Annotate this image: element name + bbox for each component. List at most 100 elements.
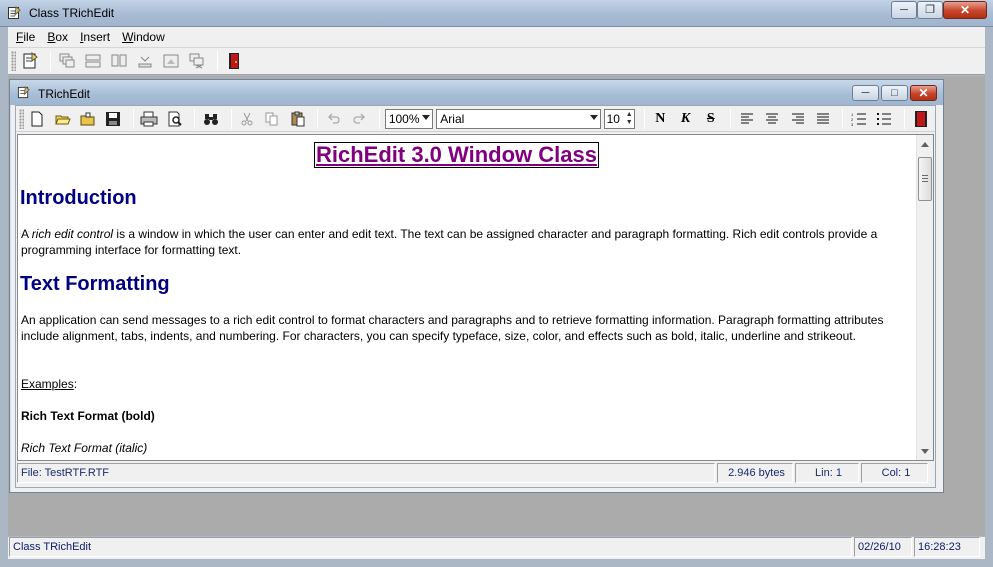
child-minimize-button[interactable]: ─ — [852, 85, 879, 101]
arrange-icons-icon — [163, 54, 179, 68]
align-right-button[interactable] — [787, 108, 808, 130]
toolbar-separator — [643, 108, 645, 129]
tile-horizontal-button[interactable] — [82, 50, 104, 72]
print-preview-icon — [168, 111, 182, 126]
new-document-icon — [23, 52, 38, 69]
exit-button[interactable] — [223, 50, 245, 72]
align-center-button[interactable] — [762, 108, 783, 130]
new-file-button[interactable] — [27, 108, 48, 130]
cascade-button[interactable] — [56, 50, 78, 72]
svg-text:3: 3 — [851, 122, 854, 126]
find-button[interactable] — [200, 108, 221, 130]
example-italic: Rich Text Format (italic) — [21, 441, 148, 455]
minimize-all-button[interactable] — [134, 50, 156, 72]
scroll-up-icon[interactable] — [921, 142, 929, 147]
restore-button[interactable]: ❐ — [917, 1, 943, 19]
exit-door-icon — [914, 110, 927, 127]
tile-vertical-button[interactable] — [108, 50, 130, 72]
main-toolbar — [8, 48, 985, 75]
toolbar-separator — [50, 51, 51, 71]
minimize-icon: ─ — [900, 3, 908, 16]
maximize-icon: □ — [891, 86, 898, 99]
child-caption-buttons: ─ □ ✕ — [850, 85, 937, 101]
toolbar-separator — [132, 108, 134, 129]
chevron-down-icon — [422, 114, 431, 120]
redo-button[interactable] — [349, 108, 370, 130]
scroll-thumb[interactable] — [918, 157, 932, 201]
numbering-button[interactable]: 123 — [848, 108, 869, 130]
toolbar-separator — [317, 108, 319, 129]
child-title: TRichEdit — [38, 87, 91, 101]
intro-text-start: A — [21, 227, 32, 241]
minimize-all-icon — [138, 56, 152, 68]
child-maximize-button[interactable]: □ — [881, 85, 908, 101]
close-icon: ✕ — [959, 3, 971, 17]
window-caption-buttons: ─ ❐ ✕ — [891, 1, 987, 19]
toolbar-separator — [217, 51, 218, 71]
italic-button[interactable]: K — [675, 108, 696, 130]
child-window: TRichEdit ─ □ ✕ 100% Arial 10 ▲ ▼ N K S … — [9, 79, 944, 493]
strikeout-button[interactable]: S — [700, 108, 721, 130]
close-button[interactable]: ✕ — [943, 1, 987, 19]
new-document-button[interactable] — [19, 50, 41, 72]
folder-icon — [80, 112, 95, 125]
zoom-select[interactable]: 100% — [384, 108, 434, 129]
open-file-button[interactable] — [52, 108, 73, 130]
close-editor-button[interactable] — [910, 108, 931, 130]
menu-insert[interactable]: Insert — [79, 30, 111, 44]
font-size-stepper[interactable]: 10 ▲ ▼ — [603, 108, 635, 129]
font-value: Arial — [440, 111, 465, 126]
minimize-icon: ─ — [861, 86, 870, 99]
bold-button[interactable]: N — [650, 108, 671, 130]
binoculars-icon — [203, 113, 218, 125]
undo-button[interactable] — [323, 108, 344, 130]
editor-status-bar: File: TestRTF.RTF 2.946 bytes Lin: 1 Col… — [17, 463, 934, 485]
status-column: Col: 1 — [861, 463, 928, 483]
font-select[interactable]: Arial — [436, 108, 601, 129]
paste-button[interactable] — [287, 108, 308, 130]
close-all-button[interactable] — [186, 50, 208, 72]
vertical-scrollbar[interactable] — [916, 135, 933, 460]
toolbar-separator — [230, 108, 232, 129]
save-button[interactable] — [103, 108, 124, 130]
status-time: 16:28:23 — [914, 537, 980, 557]
align-center-icon — [766, 113, 779, 123]
intro-text-end: is a window in which the user can enter … — [21, 227, 878, 257]
menu-window[interactable]: Window — [121, 30, 166, 44]
toolbar-separator — [730, 108, 732, 129]
cascade-icon — [59, 53, 75, 68]
examples-colon: : — [73, 377, 78, 391]
bullets-button[interactable] — [874, 108, 895, 130]
zoom-value: 100% — [388, 111, 420, 126]
menu-box[interactable]: Box — [46, 30, 69, 44]
save-icon — [106, 111, 121, 126]
menu-file[interactable]: File — [15, 30, 36, 44]
align-left-button[interactable] — [736, 108, 757, 130]
justify-icon — [816, 113, 829, 123]
toolbar-grip[interactable] — [19, 108, 24, 129]
cut-button[interactable] — [237, 108, 258, 130]
example-bold: Rich Text Format (bold) — [21, 409, 155, 423]
child-titlebar[interactable]: TRichEdit ─ □ ✕ — [10, 80, 943, 105]
notepad-icon — [17, 86, 30, 99]
tile-horizontal-icon — [85, 54, 101, 68]
document-title: RichEdit 3.0 Window Class — [314, 142, 599, 168]
clipboard-icon — [291, 111, 305, 126]
toolbar-separator — [378, 108, 380, 129]
child-close-button[interactable]: ✕ — [910, 85, 937, 101]
heading-text-formatting: Text Formatting — [20, 273, 170, 295]
spin-arrows-icon[interactable]: ▲ ▼ — [626, 111, 633, 127]
toolbar-grip[interactable] — [11, 51, 16, 71]
copy-button[interactable] — [262, 108, 283, 130]
minimize-button[interactable]: ─ — [891, 1, 917, 19]
justify-button[interactable] — [812, 108, 833, 130]
scissors-icon — [241, 112, 253, 125]
status-line: Lin: 1 — [795, 463, 859, 483]
scroll-down-icon[interactable] — [921, 449, 929, 454]
arrange-icons-button[interactable] — [160, 50, 182, 72]
toolbar-separator — [194, 108, 196, 129]
open-recent-button[interactable] — [77, 108, 98, 130]
print-preview-button[interactable] — [164, 108, 185, 130]
print-button[interactable] — [139, 108, 160, 130]
rich-edit-area[interactable]: RichEdit 3.0 Window Class Introduction A… — [17, 134, 934, 461]
